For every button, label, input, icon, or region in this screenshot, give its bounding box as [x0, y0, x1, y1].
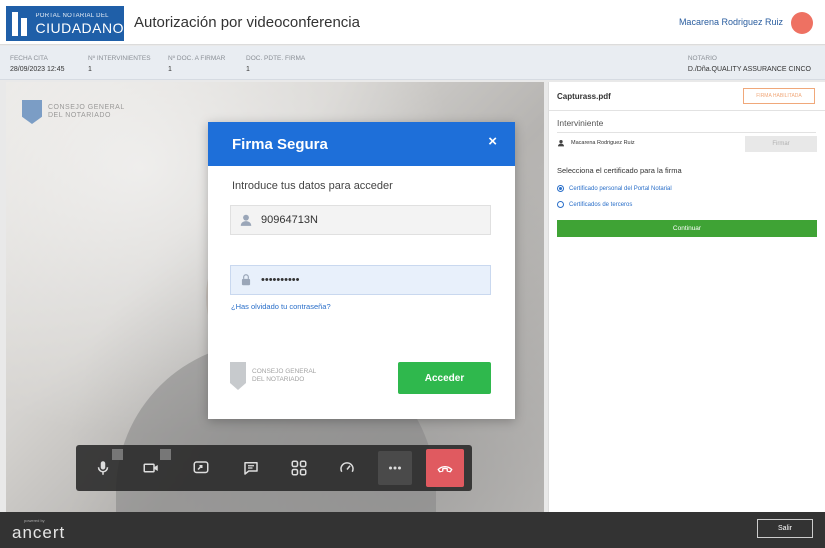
ancert-brand: ancert [12, 523, 66, 542]
panel-divider-2 [557, 132, 816, 133]
doc-firmar-label: Nº DOC. A FIRMAR [168, 55, 226, 62]
logo-line1: PORTAL NOTARIAL DEL [35, 12, 109, 19]
panel-divider [549, 110, 825, 111]
cert-option-personal-label: Certificado personal del Portal Notarial [569, 185, 672, 192]
page-title: Autorización por videoconferencia [134, 14, 360, 31]
cgn-emblem-icon [22, 100, 42, 124]
password-input[interactable] [261, 274, 461, 286]
notario-label: NOTARIO [687, 55, 717, 62]
username-field[interactable] [230, 205, 491, 235]
modal-title: Firma Segura [232, 136, 328, 153]
notario-value: D./Dña.QUALITY ASSURANCE CINCO [687, 66, 811, 73]
share-screen-icon[interactable] [184, 451, 218, 485]
intervinientes-info: Nº INTERVINIENTES 1 [88, 55, 151, 73]
radio-selected[interactable] [557, 185, 564, 192]
acceder-button[interactable]: Acceder [398, 362, 491, 394]
doc-pdte-info: DOC. PDTE. FIRMA 1 [246, 55, 305, 73]
cgn-line2: DEL NOTARIADO [252, 376, 305, 383]
interviniente-title: Interviniente [557, 118, 604, 128]
cert-option-personal[interactable]: Certificado personal del Portal Notarial [557, 185, 672, 192]
logo-mark-icon [12, 11, 27, 36]
document-name[interactable]: Capturass.pdf [557, 92, 611, 101]
user-name[interactable]: Macarena Rodriguez Ruiz [679, 17, 783, 27]
lock-icon [241, 274, 251, 286]
portal-logo[interactable]: PORTAL NOTARIAL DEL CIUDADANO [6, 6, 124, 41]
firma-segura-modal: Firma Segura × Introduce tus datos para … [208, 122, 515, 419]
doc-pdte-label: DOC. PDTE. FIRMA [246, 55, 306, 62]
forgot-password-link[interactable]: ¿Has olvidado tu contraseña? [231, 302, 331, 311]
speed-gauge-icon[interactable] [330, 451, 364, 485]
more-icon[interactable] [378, 451, 412, 485]
cgn-logo: CONSEJO GENERAL DEL NOTARIADO [230, 362, 316, 390]
video-logo-text-1: CONSEJO GENERAL [48, 103, 125, 111]
video-logo-text-2: DEL NOTARIADO [48, 112, 111, 119]
intervinientes-value: 1 [88, 66, 92, 73]
doc-firmar-info: Nº DOC. A FIRMAR 1 [168, 55, 225, 73]
chat-icon[interactable] [234, 451, 268, 485]
cert-option-terceros[interactable]: Certificados de terceros [557, 201, 632, 208]
notario-info: NOTARIO D./Dña.QUALITY ASSURANCE CINCO [688, 55, 811, 73]
cgn-emblem-icon [230, 362, 246, 390]
certificate-title: Selecciona el certificado para la firma [557, 166, 682, 175]
close-icon[interactable]: × [488, 133, 497, 150]
hang-up-icon[interactable] [426, 449, 464, 487]
radio-unselected[interactable] [557, 201, 564, 208]
microphone-icon[interactable] [86, 451, 120, 485]
logo-line2: CIUDADANO [35, 19, 124, 36]
fecha-cita-info: FECHA CITA 28/09/2023 12:45 [10, 55, 65, 73]
continuar-button[interactable]: Continuar [557, 220, 817, 237]
modal-subtitle: Introduce tus datos para acceder [232, 180, 393, 192]
avatar[interactable] [791, 12, 813, 34]
footer-bar: powered by ancert Salir [0, 512, 825, 548]
cert-option-terceros-label: Certificados de terceros [569, 201, 633, 208]
fecha-cita-value: 28/09/2023 12:45 [10, 66, 65, 73]
call-toolbar [76, 445, 472, 491]
doc-pdte-value: 1 [246, 66, 250, 73]
cgn-line1: CONSEJO GENERAL [252, 368, 317, 376]
signing-panel: Capturass.pdf FIRMA HABILITADA Intervini… [548, 82, 825, 512]
modal-header: Firma Segura × [208, 122, 515, 166]
powered-by-text: powered by [24, 518, 45, 523]
appointment-info-bar: FECHA CITA 28/09/2023 12:45 Nº INTERVINI… [0, 46, 825, 80]
doc-firmar-value: 1 [168, 66, 172, 73]
intervinientes-label: Nº INTERVINIENTES [88, 55, 151, 62]
camera-icon[interactable] [134, 451, 168, 485]
interviniente-name: Macarena Rodriguez Ruiz [571, 140, 635, 146]
fecha-cita-label: FECHA CITA [10, 55, 48, 62]
video-cgn-logo: CONSEJO GENERAL DEL NOTARIADO [22, 100, 125, 124]
user-icon [558, 140, 564, 147]
firma-habilitada-button[interactable]: FIRMA HABILITADA [743, 88, 815, 104]
user-icon [240, 214, 252, 226]
password-field[interactable] [230, 265, 491, 295]
ancert-logo: powered by ancert [12, 518, 65, 543]
firmar-button[interactable]: Firmar [745, 136, 817, 152]
apps-grid-icon[interactable] [282, 451, 316, 485]
username-input[interactable] [261, 214, 461, 226]
app-header: PORTAL NOTARIAL DEL CIUDADANO Autorizaci… [0, 0, 825, 45]
interviniente-row: Macarena Rodriguez Ruiz [557, 139, 635, 147]
salir-button[interactable]: Salir [757, 519, 813, 538]
